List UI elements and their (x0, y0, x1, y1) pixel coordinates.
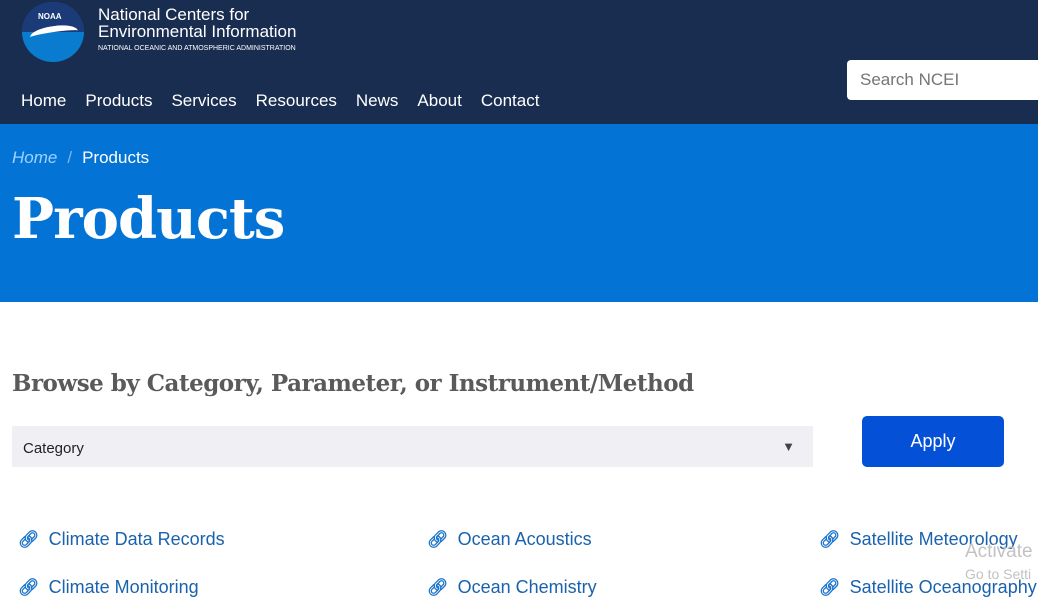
link-icon: 🔗︎ (819, 577, 841, 597)
link-icon: 🔗︎ (18, 577, 40, 597)
dropdown-arrow-icon: ▼ (782, 439, 795, 454)
site-subtitle: NATIONAL OCEANIC AND ATMOSPHERIC ADMINIS… (98, 45, 296, 52)
link-climate-monitoring[interactable]: 🔗︎ Climate Monitoring (18, 577, 199, 598)
search-input[interactable] (847, 60, 1038, 100)
noaa-logo[interactable]: NOAA (22, 2, 84, 62)
nav-products[interactable]: Products (85, 91, 152, 111)
site-title[interactable]: National Centers for Environmental Inform… (98, 6, 296, 40)
link-label: Ocean Chemistry (457, 577, 597, 597)
breadcrumb-current: Products (82, 148, 150, 167)
nav-contact[interactable]: Contact (481, 91, 540, 111)
nav-about[interactable]: About (417, 91, 461, 111)
hero-banner: Home / Products Products (0, 124, 1038, 302)
nav-resources[interactable]: Resources (256, 91, 337, 111)
select-value: Category (23, 440, 84, 457)
title-line2: Environmental Information (98, 22, 297, 41)
link-icon: 🔗︎ (819, 529, 841, 549)
link-ocean-acoustics[interactable]: 🔗︎ Ocean Acoustics (427, 529, 592, 550)
browse-heading: Browse by Category, Parameter, or Instru… (12, 370, 694, 397)
main-nav: Home Products Services Resources News Ab… (21, 91, 539, 111)
link-icon: 🔗︎ (427, 529, 449, 549)
breadcrumb-home[interactable]: Home (12, 148, 57, 167)
logo-text: NOAA (38, 12, 62, 21)
nav-services[interactable]: Services (171, 91, 236, 111)
category-select[interactable]: Category ▼ (12, 426, 813, 467)
site-header: NOAA National Centers for Environmental I… (0, 0, 1038, 124)
nav-news[interactable]: News (356, 91, 399, 111)
nav-home[interactable]: Home (21, 91, 66, 111)
link-climate-data-records[interactable]: 🔗︎ Climate Data Records (18, 529, 225, 550)
title-line1: National Centers for (98, 5, 250, 24)
link-label: Climate Data Records (48, 529, 225, 549)
link-label: Climate Monitoring (48, 577, 199, 597)
breadcrumb-separator: / (67, 148, 73, 167)
link-icon: 🔗︎ (427, 577, 449, 597)
breadcrumb: Home / Products (12, 148, 149, 168)
page-title: Products (12, 186, 285, 252)
apply-button[interactable]: Apply (862, 416, 1004, 467)
link-label: Ocean Acoustics (457, 529, 592, 549)
link-ocean-chemistry[interactable]: 🔗︎ Ocean Chemistry (427, 577, 597, 598)
link-icon: 🔗︎ (18, 529, 40, 549)
activate-watermark: Activate (965, 541, 1033, 562)
activate-watermark-sub: Go to Setti (965, 566, 1032, 582)
